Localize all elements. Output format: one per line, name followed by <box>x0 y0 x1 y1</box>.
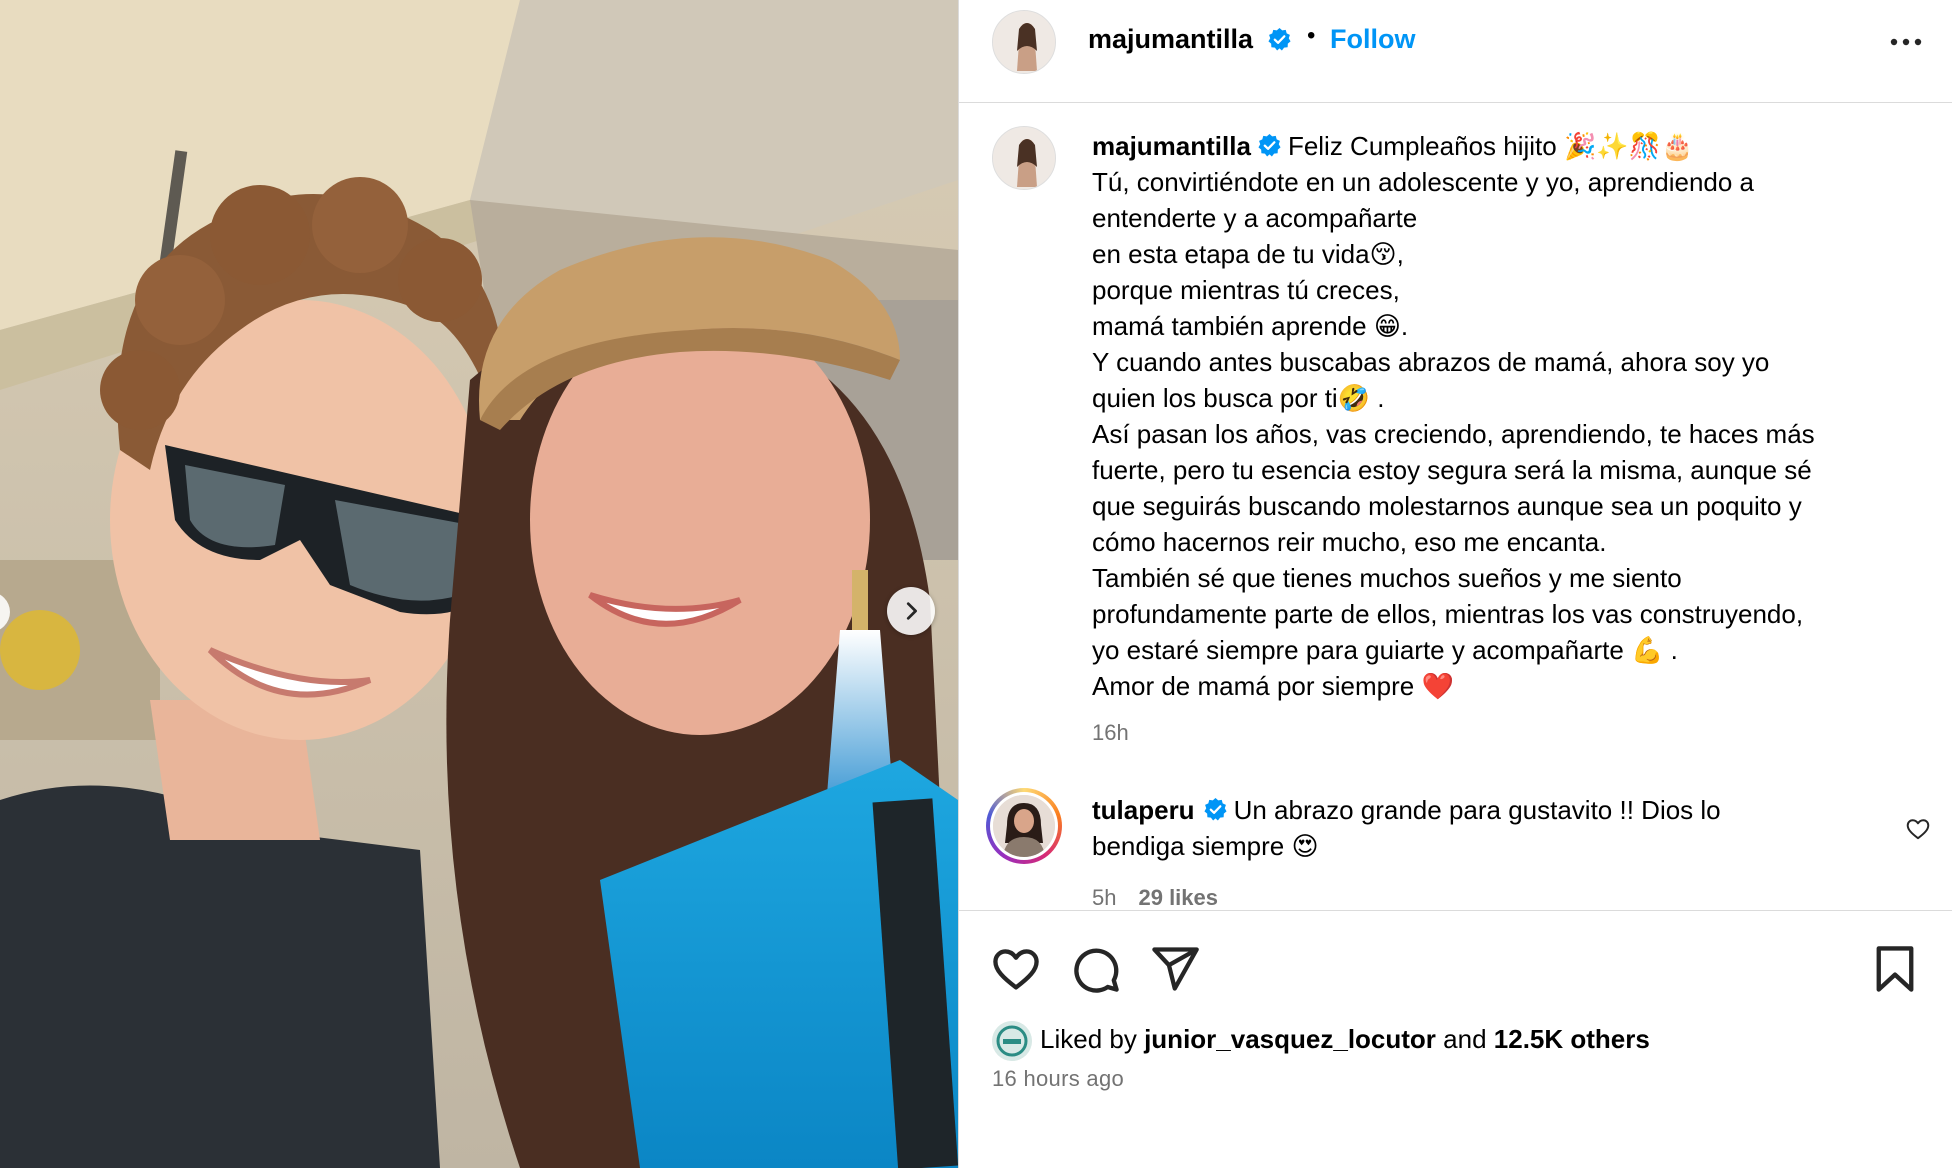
chevron-right-icon <box>906 602 917 620</box>
caption-line: También sé que tienes muchos sueños y me… <box>1092 563 1682 593</box>
caption-line: entenderte y a acompañarte <box>1092 203 1418 233</box>
comment-like-heart-icon[interactable] <box>1905 816 1931 842</box>
liked-by-username[interactable]: junior_vasquez_locutor <box>1144 1024 1436 1054</box>
caption-line: Amor de mamá por siempre ❤️ <box>1092 671 1454 701</box>
verified-badge-icon <box>1204 798 1227 821</box>
caption-line: majumantilla Feliz Cumpleaños hijito 🎉✨🎊🎂 <box>1092 128 1922 164</box>
more-options-icon[interactable] <box>1885 30 1927 54</box>
caption-line: profundamente parte de ellos, mientras l… <box>1092 599 1804 629</box>
caption-username[interactable]: majumantilla <box>1092 131 1251 161</box>
caption-author-avatar[interactable] <box>992 126 1056 190</box>
heart-icon[interactable] <box>990 943 1042 995</box>
avatar-image <box>993 11 1055 73</box>
caption-text: Feliz Cumpleaños hijito 🎉✨🎊🎂 <box>1287 131 1694 161</box>
bookmark-icon[interactable] <box>1869 943 1921 995</box>
caption-line: mamá también aprende 😁. <box>1092 311 1409 341</box>
post-details-panel: majumantilla • Follow majumantilla Feliz … <box>958 0 1952 1168</box>
follow-button[interactable]: Follow <box>1330 24 1415 55</box>
liked-by-and: and <box>1443 1024 1487 1054</box>
commenter-avatar[interactable] <box>986 788 1062 864</box>
caption-line: que seguirás buscando molestarnos aunque… <box>1092 491 1802 521</box>
avatar-image <box>993 127 1055 189</box>
avatar-image <box>993 795 1055 857</box>
likes-count[interactable]: 12.5K others <box>1494 1024 1650 1054</box>
caption-line: Tú, convirtiéndote en un adolescente y y… <box>1092 167 1755 197</box>
separator-dot: • <box>1307 22 1316 49</box>
caption-line: fuerte, pero tu esencia estoy segura ser… <box>1092 455 1812 485</box>
post-image <box>0 0 958 1168</box>
liked-by-avatar[interactable] <box>992 1021 1032 1061</box>
post-caption: majumantilla Feliz Cumpleaños hijito 🎉✨🎊🎂… <box>1092 128 1922 704</box>
comment-meta: 5h 29 likes <box>1092 885 1218 910</box>
comment-timestamp[interactable]: 5h <box>1092 885 1116 910</box>
comment-item: tulaperu Un abrazo grande para gustavito … <box>1092 792 1862 864</box>
verified-badge-icon <box>1258 134 1281 157</box>
caption-line: cómo hacernos reir mucho, eso me encanta… <box>1092 527 1607 557</box>
comment-text: bendiga siempre 😍 <box>1092 831 1319 861</box>
liked-by-prefix: Liked by <box>1040 1024 1137 1054</box>
next-photo-button[interactable] <box>887 587 935 635</box>
post-actions: Liked by junior_vasquez_locutor and 12.5… <box>959 910 1952 1168</box>
caption-timestamp[interactable]: 16h <box>1092 720 1129 746</box>
caption-line: quien los busca por ti🤣 . <box>1092 383 1385 413</box>
verified-badge-icon <box>1268 28 1291 51</box>
paper-plane-icon[interactable] <box>1149 943 1201 995</box>
comment-text: Un abrazo grande para gustavito !! Dios … <box>1233 795 1721 825</box>
post-photo <box>0 0 958 1168</box>
post-time-ago[interactable]: 16 hours ago <box>992 1066 1124 1092</box>
liked-by-summary: Liked by junior_vasquez_locutor and 12.5… <box>1040 1024 1650 1055</box>
comment-bubble-icon[interactable] <box>1070 943 1122 995</box>
post-header: majumantilla • Follow <box>959 0 1952 103</box>
caption-line: Así pasan los años, vas creciendo, apren… <box>1092 419 1815 449</box>
comments-scroll-area[interactable]: majumantilla Feliz Cumpleaños hijito 🎉✨🎊🎂… <box>959 104 1952 910</box>
caption-line: en esta etapa de tu vida😚, <box>1092 239 1404 269</box>
caption-line: Y cuando antes buscabas abrazos de mamá,… <box>1092 347 1770 377</box>
author-avatar[interactable] <box>992 10 1056 74</box>
author-username[interactable]: majumantilla <box>1088 24 1253 55</box>
commenter-username[interactable]: tulaperu <box>1092 795 1195 825</box>
comment-likes-count[interactable]: 29 likes <box>1138 885 1218 910</box>
caption-line: yo estaré siempre para guiarte y acompañ… <box>1092 635 1678 665</box>
caption-line: porque mientras tú creces, <box>1092 275 1400 305</box>
avatar-image <box>992 1021 1032 1061</box>
